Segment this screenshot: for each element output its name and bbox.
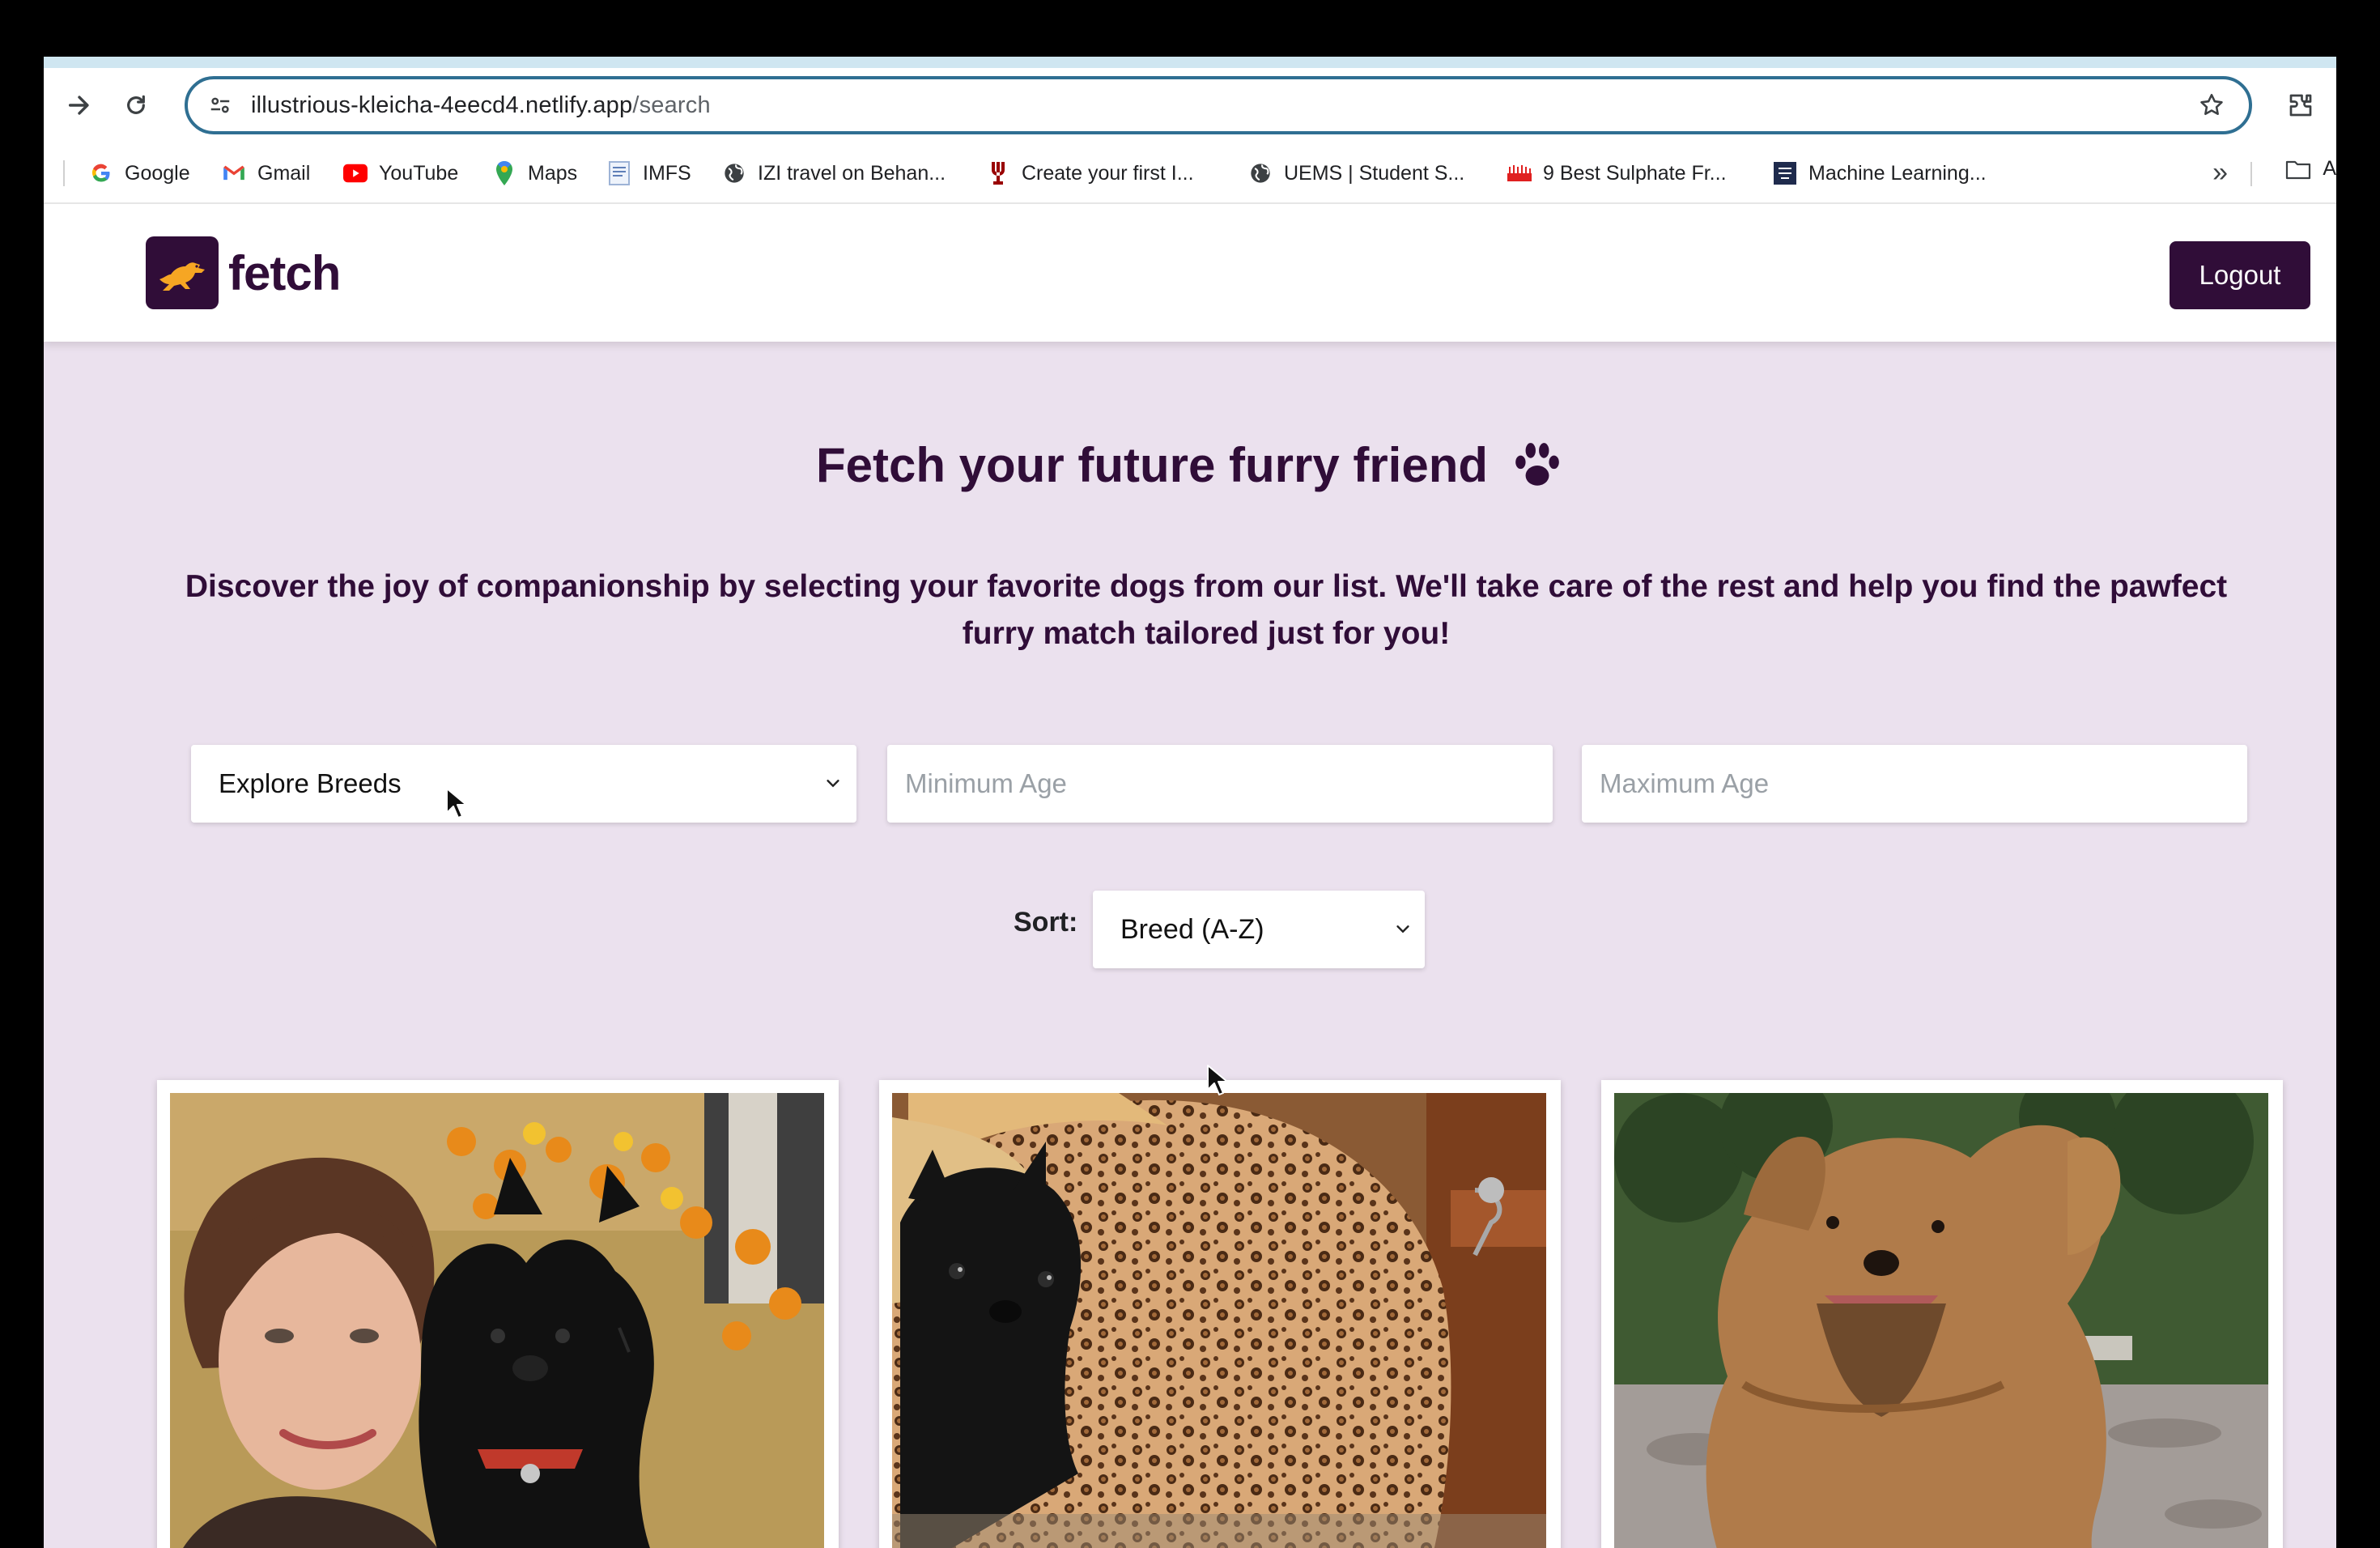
min-age-placeholder: Minimum Age xyxy=(905,768,1067,798)
bookmark-star-icon[interactable] xyxy=(2194,87,2229,123)
address-bar[interactable]: illustrious-kleicha-4eecd4.netlify.app/s… xyxy=(185,76,2252,134)
breed-select-value: Explore Breeds xyxy=(219,768,402,798)
divider xyxy=(2250,162,2252,186)
bookmark-label: Gmail xyxy=(257,161,311,185)
bookmark-folder-label: A xyxy=(2323,157,2336,180)
chevron-down-icon xyxy=(827,780,839,788)
page-title: Fetch your future furry friend xyxy=(44,437,2336,493)
sort-select-value: Breed (A-Z) xyxy=(1120,913,1264,945)
divider xyxy=(63,160,65,186)
sort-label: Sort: xyxy=(1014,907,1078,938)
document-icon xyxy=(607,161,631,185)
max-age-input[interactable]: Maximum Age xyxy=(1582,745,2247,823)
forward-icon[interactable] xyxy=(60,86,99,125)
bookmark-machine-learning[interactable]: Machine Learning... xyxy=(1773,157,1987,189)
logout-button[interactable]: Logout xyxy=(2170,241,2310,309)
bookmark-maps[interactable]: Maps xyxy=(492,157,577,189)
logo[interactable]: fetch xyxy=(146,236,341,309)
google-icon xyxy=(89,161,113,185)
bookmark-sulphate[interactable]: 9 Best Sulphate Fr... xyxy=(1507,157,1727,189)
site-icon xyxy=(1507,161,1532,185)
bookmarks-bar: Google Gmail YouTube Maps IMFS IZI trave… xyxy=(44,142,2336,204)
cursor-icon xyxy=(446,788,466,819)
browser-window: illustrious-kleicha-4eecd4.netlify.app/s… xyxy=(44,57,2336,1548)
bookmark-label: Create your first I... xyxy=(1022,161,1194,185)
cursor-icon xyxy=(1207,1065,1227,1095)
logo-text: fetch xyxy=(228,245,341,300)
page-subtitle: Discover the joy of companionship by sel… xyxy=(185,569,2228,651)
bookmarks-overflow-icon[interactable]: » xyxy=(2212,159,2228,186)
youtube-icon xyxy=(343,161,368,185)
site-icon xyxy=(1773,161,1797,185)
dog-card[interactable] xyxy=(879,1080,1561,1548)
bookmark-label: Machine Learning... xyxy=(1808,161,1987,185)
page-title-text: Fetch your future furry friend xyxy=(815,438,1489,492)
bookmark-label: Maps xyxy=(528,161,578,185)
dog-card[interactable] xyxy=(1601,1080,2283,1548)
dog-card[interactable] xyxy=(157,1080,839,1548)
bookmark-uems[interactable]: UEMS | Student S... xyxy=(1248,157,1464,189)
dog-photo xyxy=(1614,1093,2268,1548)
bookmark-gmail[interactable]: Gmail xyxy=(222,157,310,189)
dog-photo xyxy=(892,1093,1546,1548)
bookmark-label: UEMS | Student S... xyxy=(1284,161,1465,185)
bookmark-google[interactable]: Google xyxy=(89,157,190,189)
gmail-icon xyxy=(222,161,246,185)
tab-strip xyxy=(44,57,2336,68)
min-age-input[interactable]: Minimum Age xyxy=(887,745,1553,823)
folder-icon xyxy=(2285,159,2311,180)
bookmark-label: Google xyxy=(125,161,190,185)
globe-icon xyxy=(1248,161,1273,185)
bookmark-label: YouTube xyxy=(379,161,459,185)
globe-icon xyxy=(722,161,746,185)
site-header: fetch Logout xyxy=(44,206,2336,342)
chevron-down-icon xyxy=(1396,925,1409,933)
url-text: illustrious-kleicha-4eecd4.netlify.app/s… xyxy=(251,91,711,118)
max-age-placeholder: Maximum Age xyxy=(1600,768,1770,798)
bookmark-youtube[interactable]: YouTube xyxy=(343,157,458,189)
web-page: fetch Logout Fetch your future furry fri… xyxy=(44,206,2336,1548)
trident-icon xyxy=(986,161,1010,185)
bookmark-label: IZI travel on Behan... xyxy=(758,161,946,185)
breed-select[interactable]: Explore Breeds xyxy=(191,745,856,823)
extensions-icon[interactable] xyxy=(2281,86,2320,125)
bookmark-create-your-first[interactable]: Create your first I... xyxy=(986,157,1194,189)
bookmark-label: IMFS xyxy=(643,161,691,185)
reload-icon[interactable] xyxy=(117,86,155,125)
bookmark-izi-travel[interactable]: IZI travel on Behan... xyxy=(722,157,946,189)
bookmark-label: 9 Best Sulphate Fr... xyxy=(1543,161,1727,185)
dog-photo xyxy=(170,1093,824,1548)
site-settings-icon[interactable] xyxy=(204,89,236,121)
paw-icon xyxy=(1511,439,1564,492)
sort-select[interactable]: Breed (A-Z) xyxy=(1093,891,1425,968)
bookmark-folder[interactable]: A xyxy=(2285,157,2336,181)
maps-icon xyxy=(492,161,516,185)
running-dog-icon xyxy=(146,236,219,309)
bookmark-imfs[interactable]: IMFS xyxy=(607,157,691,189)
browser-toolbar: illustrious-kleicha-4eecd4.netlify.app/s… xyxy=(44,68,2336,142)
